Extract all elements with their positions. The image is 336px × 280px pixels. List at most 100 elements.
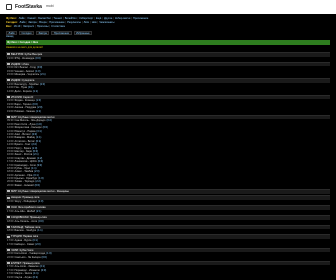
nav-row-label: Сегодня:: [6, 20, 18, 24]
match-score: (1:1): [37, 229, 43, 233]
toolbar-button[interactable]: Избранные: [73, 30, 93, 35]
league-section: МИР: Клубные товарищеские матчи - Женщин…: [6, 188, 330, 194]
flag-icon: [7, 115, 10, 118]
toolbar-button[interactable]: Завтра: [35, 30, 50, 35]
league-name: ОАЭ: Лига Арабского залива: [11, 206, 46, 209]
match-teams: Римини - Чезена: [14, 109, 35, 113]
nav-link[interactable]: Экспресс: [23, 25, 34, 28]
nav-link[interactable]: Лиги: [84, 21, 90, 24]
nav-link[interactable]: Кибер-матчи: [115, 17, 130, 20]
league-section: ТУРЦИЯ: Первая лига 17:00Адана - Бурса(0:…: [6, 234, 330, 246]
match-teams: Факел - Нижний: [14, 183, 34, 187]
nav-link[interactable]: Результаты: [67, 21, 81, 24]
match-score: (0:0): [34, 183, 40, 187]
match-teams: Кайсери - Сивас: [14, 242, 35, 246]
match-score: (0:0): [37, 160, 44, 164]
match-row[interactable]: 20:00Факел - Нижний(0:0): [6, 184, 330, 187]
nav-separator: |: [77, 16, 79, 20]
flag-icon: [7, 216, 10, 219]
match-time: 13:00: [7, 136, 14, 140]
match-time: 19:00: [7, 56, 14, 60]
nav-link[interactable]: Хоккей: [27, 17, 35, 20]
nav-link[interactable]: Прогнозы: [37, 25, 49, 28]
league-name: САУДОВСКАЯ: Премьер-лига: [11, 215, 47, 219]
match-row[interactable]: 22:00Сантьяго - Ла Калера(0:0): [6, 256, 330, 259]
match-row[interactable]: 19:00ФТЦ - Кишварда(0:0): [6, 57, 330, 60]
nav-link[interactable]: Чемпионаты: [99, 21, 114, 24]
flag-icon: [7, 196, 10, 199]
back-link[interactable]: Назад: [0, 35, 336, 39]
toolbar-button[interactable]: Приложение: [51, 30, 72, 35]
match-row[interactable]: 19:00Смуха - Асуан(0:2): [6, 276, 330, 279]
league-name: ИНДИЯ: I-Лига: [11, 62, 29, 66]
nav-separator: |: [131, 16, 133, 20]
match-score: (2:2): [31, 143, 37, 147]
nav-link[interactable]: Баскетбол: [38, 17, 51, 20]
nav-link[interactable]: Завтра: [28, 21, 36, 24]
league-header[interactable]: МИР: Клубные товарищеские матчи - Женщин…: [6, 188, 330, 194]
match-row[interactable]: 17:00Аль-Айн - Шабаб(2:1): [6, 210, 330, 213]
flag-icon: [7, 206, 10, 209]
nav-separator: |: [36, 16, 38, 20]
match-score: (2:1): [36, 209, 42, 213]
nav-link[interactable]: Нов: [92, 21, 97, 24]
league-name: ТУРЦИЯ: Первая лига: [11, 235, 39, 239]
nav-link[interactable]: Лайв: [19, 17, 25, 20]
match-time: 18:00: [7, 219, 14, 223]
nav-link[interactable]: Ещё: [96, 17, 101, 20]
nav-link[interactable]: Теннис: [54, 17, 63, 20]
match-time: 17:00: [7, 272, 14, 276]
match-time: 19:00: [7, 275, 14, 279]
top-nav: Футбол: Лайв | Хоккей | Баскетбол | Теннис | Воле…: [0, 14, 336, 29]
match-row[interactable]: 15:00Минерва - Черчилль(2:1): [6, 73, 330, 76]
nav-link[interactable]: Приложение: [49, 21, 64, 24]
league-section: ЧИЛИ: Кубок Чили 22:00Коло-Коло - Универс…: [6, 247, 330, 260]
match-row[interactable]: 18:00Аль-Хилаль - Ахли(0:0): [6, 220, 330, 223]
match-score: (1:1): [36, 136, 42, 140]
match-teams: Аль-Хилаль - Ахли: [14, 219, 38, 223]
league-name: ИТАЛИЯ: Серия D: [11, 95, 34, 99]
flag-icon: [7, 235, 10, 238]
nav-separator: |: [94, 16, 96, 20]
match-score: (0:0): [41, 255, 47, 259]
nav-link[interactable]: Другие: [104, 17, 112, 20]
nav-link[interactable]: Киберспорт: [79, 17, 93, 20]
match-row[interactable]: 16:00Энугу - Рейнджерс(1:0): [6, 200, 330, 203]
match-score: (0:0): [35, 56, 41, 60]
match-row[interactable]: 17:00Кайсери - Сивас(2:0): [6, 243, 330, 246]
match-time: 12:00: [7, 126, 14, 130]
match-time: 09:30: [7, 119, 14, 123]
league-section: ИТАЛИЯ: Серия D 19:00Фоджа - Козенца(1:0)…: [6, 94, 330, 113]
nav-link[interactable]: Статистика: [51, 25, 65, 28]
match-teams: Аль-Айн - Шабаб: [14, 209, 36, 213]
nav-separator: |: [25, 16, 27, 20]
nav-row: Все: 18-19 | Экспресс | Прогнозы | Статистика: [6, 25, 330, 29]
nav-link[interactable]: Приложение: [133, 17, 148, 20]
match-teams: ФТЦ - Кишварда: [14, 56, 35, 60]
match-time: 22:00: [7, 252, 14, 256]
match-score: (0:2): [46, 119, 52, 123]
match-score: (2:0): [39, 82, 46, 86]
toolbar-button[interactable]: Сегодня: [18, 30, 34, 35]
match-row[interactable]: 18:00Бангкок - Чонбури(1:1): [6, 229, 330, 232]
match-time: 22:00: [7, 255, 14, 259]
match-score: (2:0): [37, 106, 43, 110]
match-score: (2:0): [34, 170, 40, 174]
nav-link[interactable]: 18-19: [14, 25, 21, 28]
match-row[interactable]: 14:00Дели - Керала(1:1): [6, 90, 330, 93]
flag-icon: [7, 62, 10, 65]
match-time: 15:00: [7, 66, 14, 70]
league-name: Нигерия: Премьер-лига: [11, 196, 40, 200]
nav-link[interactable]: Волейбол: [65, 17, 77, 20]
nav-separator: |: [47, 20, 49, 24]
match-teams: Смуха - Асуан: [14, 275, 32, 279]
match-teams: Энугу - Рейнджерс: [14, 200, 38, 204]
match-row[interactable]: 19:00Римини - Чезена(1:1): [6, 110, 330, 113]
match-score: (0:0): [42, 126, 48, 130]
match-time: 17:00: [7, 209, 14, 213]
nav-link[interactable]: Лайв: [20, 21, 26, 24]
nav-link[interactable]: Вчера: [39, 21, 46, 24]
match-score: (1:0): [38, 200, 44, 204]
logo-icon: [6, 4, 12, 10]
flag-icon: [7, 190, 10, 193]
